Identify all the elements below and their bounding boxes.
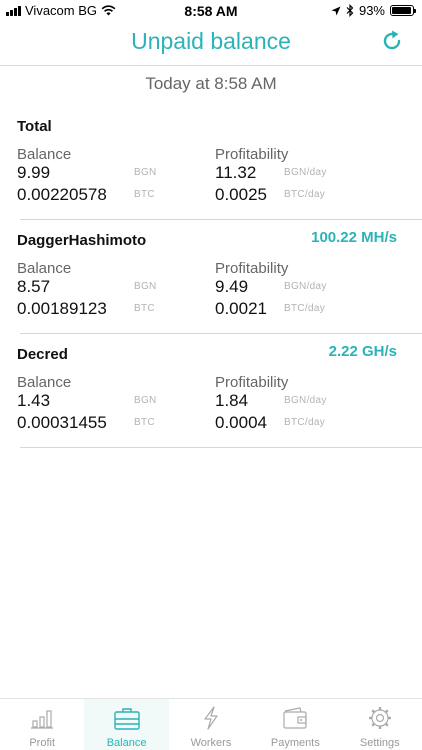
tab-label: Workers xyxy=(190,737,232,749)
nav-header: Unpaid balance xyxy=(0,22,422,66)
hashrate-value: 100.22 MH/s xyxy=(311,229,397,246)
bluetooth-icon xyxy=(346,4,354,17)
balance-bgn-value: 1.43 xyxy=(17,391,51,410)
balance-bgn-value: 8.57 xyxy=(17,277,51,296)
profitability-label: Profitability xyxy=(215,260,289,277)
tab-label: Profit xyxy=(29,737,56,749)
location-icon xyxy=(331,6,341,15)
bgn-unit: BGN xyxy=(134,395,157,406)
profit-btc-value: 0.0025 xyxy=(215,185,267,204)
btc-unit: BTC xyxy=(134,303,155,314)
lightning-icon xyxy=(204,706,218,730)
bgn-day-unit: BGN/day xyxy=(284,167,327,178)
section-title: Total xyxy=(17,118,52,135)
profit-bgn-value: 9.49 xyxy=(215,277,249,296)
profit-btc-value: 0.0021 xyxy=(215,299,267,318)
balance-label: Balance xyxy=(17,260,72,277)
bgn-unit: BGN xyxy=(134,281,157,292)
status-right-group: 93% xyxy=(331,3,416,18)
status-bar: Vivacom BG 8:58 AM 93% xyxy=(0,0,422,22)
balance-btc-value: 0.00031455 xyxy=(17,413,107,432)
btc-day-unit: BTC/day xyxy=(284,303,326,314)
profit-btc-value: 0.0004 xyxy=(215,413,267,432)
briefcase-icon xyxy=(113,708,140,730)
balance-bgn-value: 9.99 xyxy=(17,163,51,182)
profit-bgn-value: 1.84 xyxy=(215,391,249,410)
section-divider xyxy=(20,219,422,220)
section-divider xyxy=(20,447,422,448)
balance-btc-value: 0.00220578 xyxy=(17,185,107,204)
tab-label: Balance xyxy=(106,737,147,749)
balance-btc-value: 0.00189123 xyxy=(17,299,107,318)
section-divider xyxy=(20,333,422,334)
battery-fill xyxy=(392,7,411,14)
page-title: Unpaid balance xyxy=(131,28,291,54)
hashrate-value: 2.22 GH/s xyxy=(328,343,397,360)
wallet-icon xyxy=(283,707,307,729)
bgn-unit: BGN xyxy=(134,167,157,178)
bar-chart-icon xyxy=(31,710,54,729)
last-updated-timestamp: Today at 8:58 AM xyxy=(145,74,277,93)
btc-unit: BTC xyxy=(134,189,155,200)
balance-label: Balance xyxy=(17,374,72,391)
btc-day-unit: BTC/day xyxy=(284,417,326,428)
gear-icon xyxy=(368,707,391,729)
tab-label: Settings xyxy=(359,737,400,749)
battery-icon xyxy=(390,5,416,16)
profitability-label: Profitability xyxy=(215,146,289,163)
bgn-day-unit: BGN/day xyxy=(284,395,327,406)
profitability-label: Profitability xyxy=(215,374,289,391)
battery-percent: 93% xyxy=(358,3,385,18)
balance-label: Balance xyxy=(17,146,72,163)
tab-bar: Profit Balance Workers Payments Settings xyxy=(0,698,422,750)
tab-payments[interactable]: Payments xyxy=(253,699,337,750)
tab-settings[interactable]: Settings xyxy=(338,699,422,750)
btc-unit: BTC xyxy=(134,417,155,428)
refresh-icon[interactable] xyxy=(380,29,404,53)
tab-label: Payments xyxy=(270,737,320,749)
bgn-day-unit: BGN/day xyxy=(284,281,327,292)
btc-day-unit: BTC/day xyxy=(284,189,326,200)
tab-balance[interactable]: Balance xyxy=(84,699,169,750)
tab-workers[interactable]: Workers xyxy=(169,699,253,750)
section-title: DaggerHashimoto xyxy=(17,232,147,249)
tab-profit[interactable]: Profit xyxy=(0,699,84,750)
section-title: Decred xyxy=(17,346,68,363)
profit-bgn-value: 11.32 xyxy=(215,163,257,182)
